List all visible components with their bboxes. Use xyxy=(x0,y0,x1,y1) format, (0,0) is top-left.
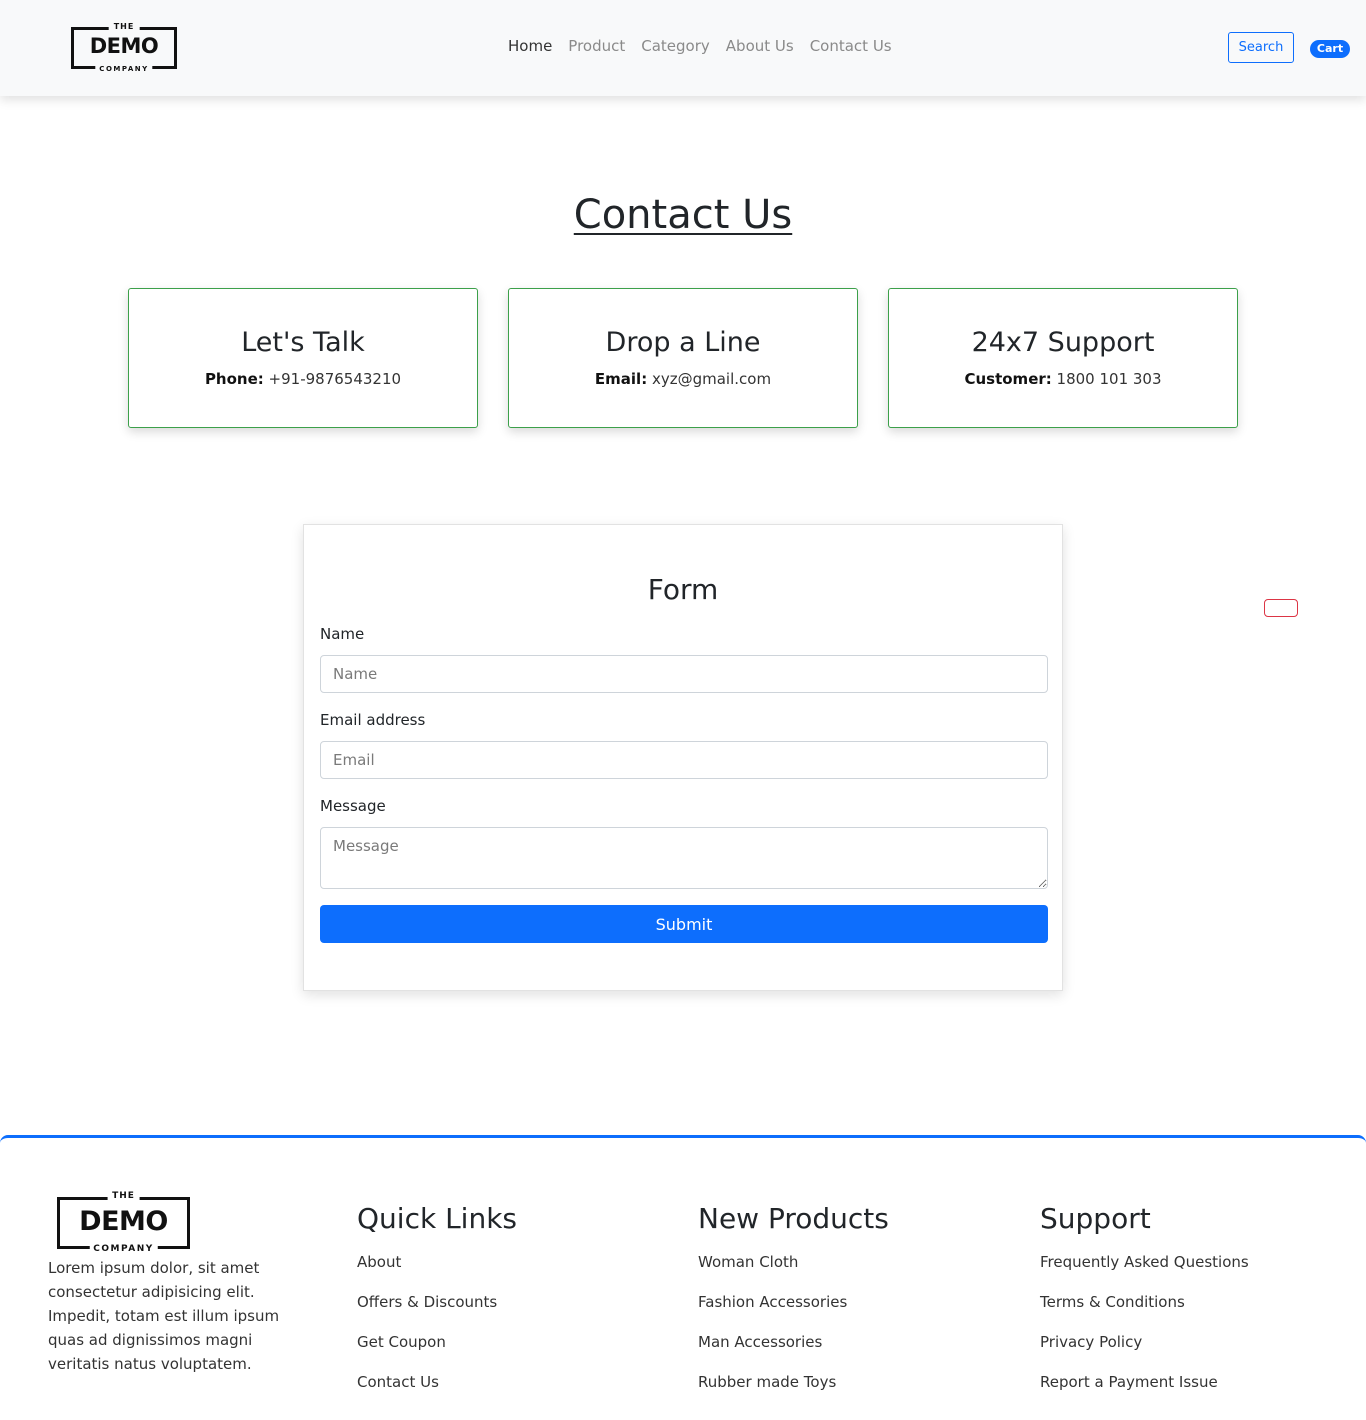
footer-about-text: Lorem ipsum dolor, sit amet consectetur … xyxy=(48,1259,280,1373)
submit-button[interactable]: Submit xyxy=(320,905,1048,943)
nav-link-home[interactable]: Home xyxy=(508,37,552,55)
email-label: Email address xyxy=(320,711,426,729)
footer-link-payment-issue[interactable]: Report a Payment Issue xyxy=(1040,1373,1249,1413)
name-input[interactable] xyxy=(320,655,1048,693)
card-detail: Phone: +91-9876543210 xyxy=(129,370,477,388)
message-textarea[interactable] xyxy=(320,827,1048,889)
card-detail-value: 1800 101 303 xyxy=(1056,370,1162,388)
footer-support: Support Frequently Asked Questions Terms… xyxy=(1040,1202,1249,1413)
card-detail-key: Phone: xyxy=(204,370,264,388)
footer-link-woman-cloth[interactable]: Woman Cloth xyxy=(698,1253,889,1293)
form-title: Form xyxy=(647,573,719,606)
page-title: Contact Us xyxy=(573,192,793,238)
card-detail-value: xyz@gmail.com xyxy=(651,370,772,388)
card-title: Let's Talk xyxy=(241,327,365,358)
logo-the-text: THE xyxy=(108,22,140,31)
footer-link-coupon[interactable]: Get Coupon xyxy=(357,1333,517,1373)
footer-heading: New Products xyxy=(698,1202,889,1235)
card-detail-key: Email: xyxy=(594,370,648,388)
cart-badge[interactable]: Cart xyxy=(1310,40,1350,58)
footer-new-products: New Products Woman Cloth Fashion Accesso… xyxy=(698,1202,889,1413)
footer-link-fashion-accessories[interactable]: Fashion Accessories xyxy=(698,1293,889,1333)
footer: THE DEMO COMPANY Lorem ipsum dolor, sit … xyxy=(0,1135,1366,1420)
logo-the-text: THE xyxy=(107,1191,140,1201)
logo-company-text: COMPANY xyxy=(89,1244,158,1254)
nav-link-contact-us[interactable]: Contact Us xyxy=(810,37,892,55)
footer-link-faq[interactable]: Frequently Asked Questions xyxy=(1040,1253,1249,1293)
logo-demo-text: DEMO xyxy=(89,34,159,58)
contact-form: Form Name Email address Message Submit xyxy=(303,524,1063,991)
footer-heading: Quick Links xyxy=(357,1202,518,1235)
footer-logo[interactable]: THE DEMO COMPANY xyxy=(57,1191,190,1254)
card-detail-key: Customer: xyxy=(964,370,1052,388)
footer-link-offers[interactable]: Offers & Discounts xyxy=(357,1293,517,1333)
card-detail: Customer: 1800 101 303 xyxy=(889,370,1237,388)
footer-link-contact[interactable]: Contact Us xyxy=(357,1373,517,1413)
footer-link-about[interactable]: About xyxy=(357,1253,517,1293)
logo-company-text: COMPANY xyxy=(95,65,153,73)
footer-quick-links: Quick Links About Offers & Discounts Get… xyxy=(357,1202,517,1413)
footer-link-toys[interactable]: Rubber made Toys xyxy=(698,1373,889,1413)
footer-link-privacy[interactable]: Privacy Policy xyxy=(1040,1333,1249,1373)
footer-link-terms[interactable]: Terms & Conditions xyxy=(1040,1293,1249,1333)
contact-card-email: Drop a Line Email: xyz@gmail.com xyxy=(508,288,858,428)
outline-danger-button[interactable] xyxy=(1264,599,1298,617)
contact-card-phone: Let's Talk Phone: +91-9876543210 xyxy=(128,288,478,428)
card-title: 24x7 Support xyxy=(971,327,1155,358)
nav-link-category[interactable]: Category xyxy=(641,37,710,55)
card-detail: Email: xyz@gmail.com xyxy=(509,370,857,388)
email-input[interactable] xyxy=(320,741,1048,779)
card-title: Drop a Line xyxy=(605,327,761,358)
card-detail-value: +91-9876543210 xyxy=(268,370,402,388)
navbar: THE DEMO COMPANY Home Product Category A… xyxy=(0,0,1366,96)
main-nav: Home Product Category About Us Contact U… xyxy=(508,37,892,55)
brand-logo[interactable]: THE DEMO COMPANY xyxy=(71,22,177,73)
message-label: Message xyxy=(320,797,386,815)
nav-link-product[interactable]: Product xyxy=(568,37,625,55)
footer-heading: Support xyxy=(1040,1202,1151,1235)
footer-link-man-accessories[interactable]: Man Accessories xyxy=(698,1333,889,1373)
logo-demo-text: DEMO xyxy=(79,1206,168,1237)
contact-card-support: 24x7 Support Customer: 1800 101 303 xyxy=(888,288,1238,428)
search-button[interactable]: Search xyxy=(1228,32,1294,63)
name-label: Name xyxy=(320,625,365,643)
nav-link-about-us[interactable]: About Us xyxy=(726,37,794,55)
